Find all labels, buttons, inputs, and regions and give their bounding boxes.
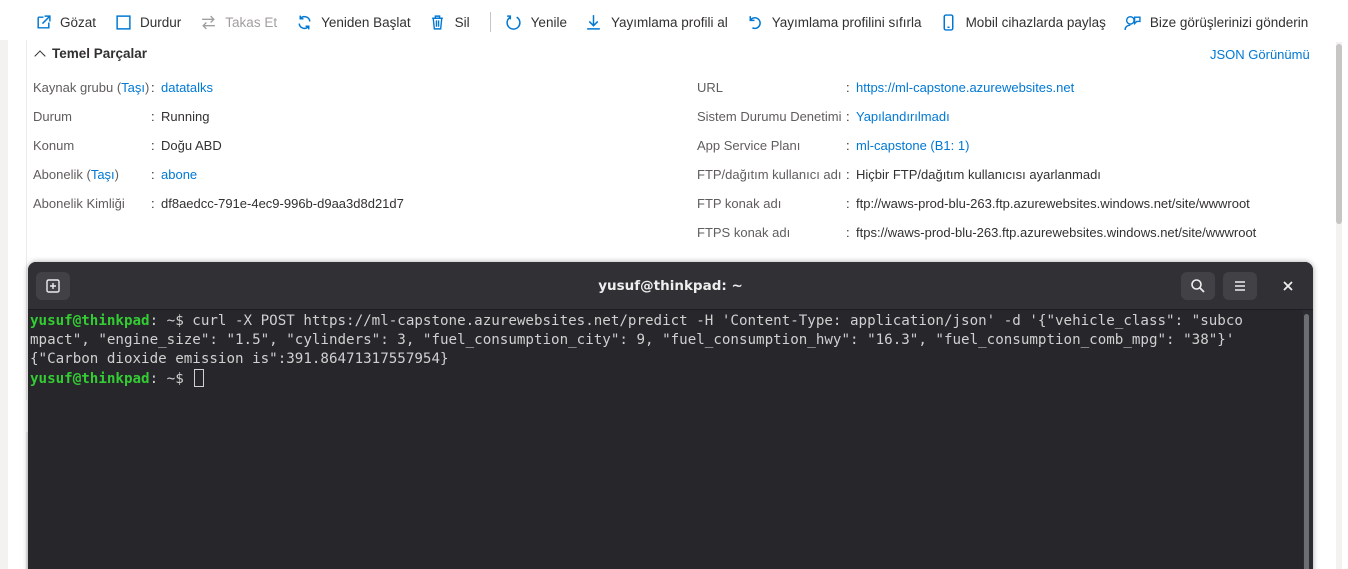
refresh-button[interactable]: Yenile (505, 7, 575, 37)
delete-button[interactable]: Sil (429, 7, 478, 37)
feedback-person-icon (1124, 13, 1142, 31)
property-ftp-host: FTP konak adı : ftp://waws-prod-blu-263.… (697, 196, 1250, 211)
get-publish-profile-button[interactable]: Yayımlama profili al (585, 7, 736, 37)
share-mobile-label: Mobil cihazlarda paylaş (965, 14, 1106, 30)
close-icon (1283, 281, 1293, 291)
swap-icon (199, 13, 217, 31)
terminal-title: yusuf@thinkpad: ~ (598, 277, 743, 294)
terminal-command-line: yusuf@thinkpad: ~$ curl -X POST https://… (30, 312, 1303, 331)
property-ftp-user: FTP/dağıtım kullanıcı adı : Hiçbir FTP/d… (697, 167, 1101, 182)
property-label: URL (697, 80, 724, 95)
subscription-link[interactable]: abone (161, 167, 197, 182)
search-icon (1191, 279, 1205, 293)
property-url: URL : https://ml-capstone.azurewebsites.… (697, 80, 1075, 95)
resource-group-link[interactable]: datatalks (161, 80, 213, 95)
prompt-user: yusuf@thinkpad (30, 371, 150, 387)
ftps-host-value: ftps://waws-prod-blu-263.ftp.azurewebsit… (856, 225, 1257, 240)
delete-label: Sil (454, 14, 470, 30)
prompt-path: : ~ (149, 313, 176, 329)
essentials-toggle[interactable]: Temel Parçalar (33, 46, 148, 62)
restart-icon (295, 13, 313, 31)
prompt-user: yusuf@thinkpad (30, 313, 150, 329)
command-text: curl -X POST https://ml-capstone.azurewe… (183, 313, 1243, 329)
left-blade-edge (0, 40, 8, 569)
status-value: Running (161, 109, 210, 124)
move-link[interactable]: Taşı (91, 167, 115, 182)
terminal-window[interactable]: yusuf@thinkpad: ~ yusuf@thinkpad: ~$ cur… (28, 262, 1313, 569)
terminal-search-button[interactable] (1181, 272, 1215, 300)
reset-publish-profile-label: Yayımlama profilini sıfırla (771, 14, 922, 30)
property-label: App Service Planı (697, 138, 801, 153)
location-value: Doğu ABD (161, 138, 222, 153)
url-link[interactable]: https://ml-capstone.azurewebsites.net (856, 80, 1074, 95)
browse-label: Gözat (60, 14, 97, 30)
ftp-host-value: ftp://waws-prod-blu-263.ftp.azurewebsite… (856, 196, 1250, 211)
prompt-path: : ~ (149, 371, 176, 387)
terminal-close-button[interactable] (1273, 272, 1303, 300)
undo-icon (746, 13, 764, 31)
terminal-menu-button[interactable] (1223, 272, 1257, 300)
chevron-up-icon (34, 49, 46, 62)
restart-button[interactable]: Yeniden Başlat (295, 7, 419, 37)
property-label: Konum (33, 138, 75, 153)
phone-icon (940, 13, 958, 31)
property-ftps-host: FTPS konak adı : ftps://waws-prod-blu-26… (697, 225, 1257, 240)
reset-publish-profile-button[interactable]: Yayımlama profilini sıfırla (746, 7, 930, 37)
hamburger-menu-icon (1235, 281, 1245, 291)
property-health-check: Sistem Durumu Denetimi : Yapılandırılmad… (697, 109, 950, 124)
stop-label: Durdur (140, 14, 182, 30)
property-label: Abonelik Kimliği (33, 196, 125, 211)
swap-button[interactable]: Takas Et (199, 7, 285, 37)
property-label: FTPS konak adı (697, 225, 791, 240)
terminal-prompt-line[interactable]: yusuf@thinkpad: ~$ (30, 369, 1303, 389)
property-subscription: Abonelik (Taşı) : abone (33, 167, 198, 182)
command-bar: Gözat Durdur Takas Et Yeniden Başlat Sil… (0, 0, 1348, 44)
refresh-label: Yenile (530, 14, 567, 30)
subscription-id-value: df8aedcc-791e-4ec9-996b-d9aa3d8d21d7 (161, 196, 404, 211)
stop-button[interactable]: Durdur (114, 7, 189, 37)
download-icon (585, 13, 603, 31)
terminal-response: {"Carbon dioxide emission is":391.864713… (30, 351, 449, 367)
property-label: FTP/dağıtım kullanıcı adı (697, 167, 842, 182)
property-label: Sistem Durumu Denetimi (697, 109, 842, 124)
essentials-title: Temel Parçalar (52, 46, 148, 61)
property-status: Durum : Running (33, 109, 210, 124)
health-check-link[interactable]: Yapılandırılmadı (856, 109, 950, 124)
restart-label: Yeniden Başlat (321, 14, 411, 30)
app-service-plan-link[interactable]: ml-capstone (B1: 1) (856, 138, 969, 153)
terminal-titlebar[interactable]: yusuf@thinkpad: ~ (28, 262, 1313, 310)
prompt-symbol: $ (175, 313, 184, 329)
browse-button[interactable]: Gözat (34, 7, 104, 37)
property-label: Abonelik (Taşı) (33, 167, 119, 182)
new-tab-icon (46, 279, 60, 293)
trash-icon (429, 13, 447, 31)
property-label: FTP konak adı (697, 196, 782, 211)
prompt-symbol: $ (175, 371, 184, 387)
page-scrollbar-thumb[interactable] (1336, 44, 1342, 224)
property-subscription-id: Abonelik Kimliği : df8aedcc-791e-4ec9-99… (33, 196, 404, 211)
refresh-icon (505, 13, 523, 31)
toolbar-divider (489, 12, 491, 32)
property-app-service-plan: App Service Planı : ml-capstone (B1: 1) (697, 138, 970, 153)
feedback-label: Bize görüşlerinizi gönderin (1149, 14, 1309, 30)
ftp-user-value: Hiçbir FTP/dağıtım kullanıcısı ayarlanma… (856, 167, 1101, 182)
new-tab-button[interactable] (36, 272, 70, 300)
external-link-icon (34, 13, 52, 31)
stop-icon (114, 13, 132, 31)
terminal-output[interactable]: yusuf@thinkpad: ~$ curl -X POST https://… (28, 310, 1303, 569)
terminal-scrollbar[interactable] (1304, 314, 1309, 569)
move-link[interactable]: Taşı (121, 80, 145, 95)
get-publish-profile-label: Yayımlama profili al (610, 14, 728, 30)
share-mobile-button[interactable]: Mobil cihazlarda paylaş (940, 7, 1114, 37)
feedback-button[interactable]: Bize görüşlerinizi gönderin (1124, 7, 1316, 37)
json-view-link[interactable]: JSON Görünümü (1210, 47, 1310, 62)
property-label: Kaynak grubu (Taşı) (33, 80, 150, 95)
property-label: Durum (33, 109, 73, 124)
terminal-cursor (194, 369, 205, 387)
swap-label: Takas Et (225, 14, 278, 30)
property-resource-group: Kaynak grubu (Taşı) : datatalks (33, 80, 214, 95)
property-location: Konum : Doğu ABD (33, 138, 222, 153)
terminal-command-continuation: mpact", "engine_size": "1.5", "cylinders… (30, 332, 1235, 348)
